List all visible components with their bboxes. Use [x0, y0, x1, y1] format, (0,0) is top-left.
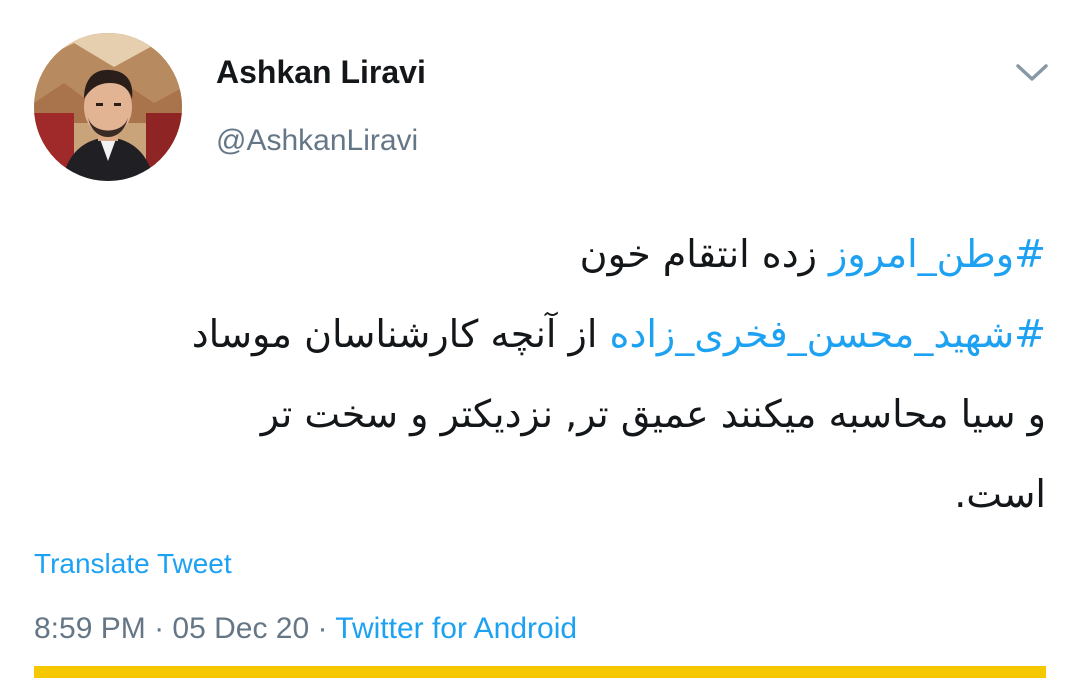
tweet-time: 8:59 PM — [34, 612, 146, 645]
hashtag-link[interactable]: #وطن_امروز — [829, 232, 1046, 276]
chevron-down-icon[interactable] — [1012, 58, 1052, 88]
accent-bar — [34, 666, 1046, 678]
tweet-text: از آنچه کارشناسان موساد — [191, 312, 610, 356]
author-display-name[interactable]: Ashkan Liravi — [216, 54, 426, 91]
tweet-text: است. — [954, 472, 1046, 516]
tweet-line: #شهید_محسن_فخری_زاده از آنچه کارشناسان م… — [34, 294, 1046, 374]
tweet-date: 05 Dec 20 — [172, 612, 310, 645]
tweet-text: و سیا محاسبه میکنند عمیق تر, نزدیکتر و س… — [260, 392, 1046, 436]
meta-separator: · — [145, 612, 173, 645]
hashtag-link[interactable]: #شهید_محسن_فخری_زاده — [610, 312, 1046, 356]
tweet-text: زده انتقام خون — [579, 232, 830, 276]
tweet-line: #وطن_امروز زده انتقام خون — [34, 214, 1046, 294]
tweet-card: Ashkan Liravi @AshkanLiravi #وطن_امروز ز… — [0, 0, 1080, 678]
avatar-photo — [34, 33, 182, 181]
avatar[interactable] — [34, 33, 182, 181]
meta-separator: · — [309, 612, 336, 645]
tweet-source-link[interactable]: Twitter for Android — [335, 612, 577, 645]
tweet-metadata: 8:59 PM · 05 Dec 20 · Twitter for Androi… — [34, 612, 577, 646]
translate-tweet-link[interactable]: Translate Tweet — [34, 548, 232, 580]
tweet-body: #وطن_امروز زده انتقام خون #شهید_محسن_فخر… — [34, 214, 1046, 534]
author-handle[interactable]: @AshkanLiravi — [216, 124, 418, 158]
